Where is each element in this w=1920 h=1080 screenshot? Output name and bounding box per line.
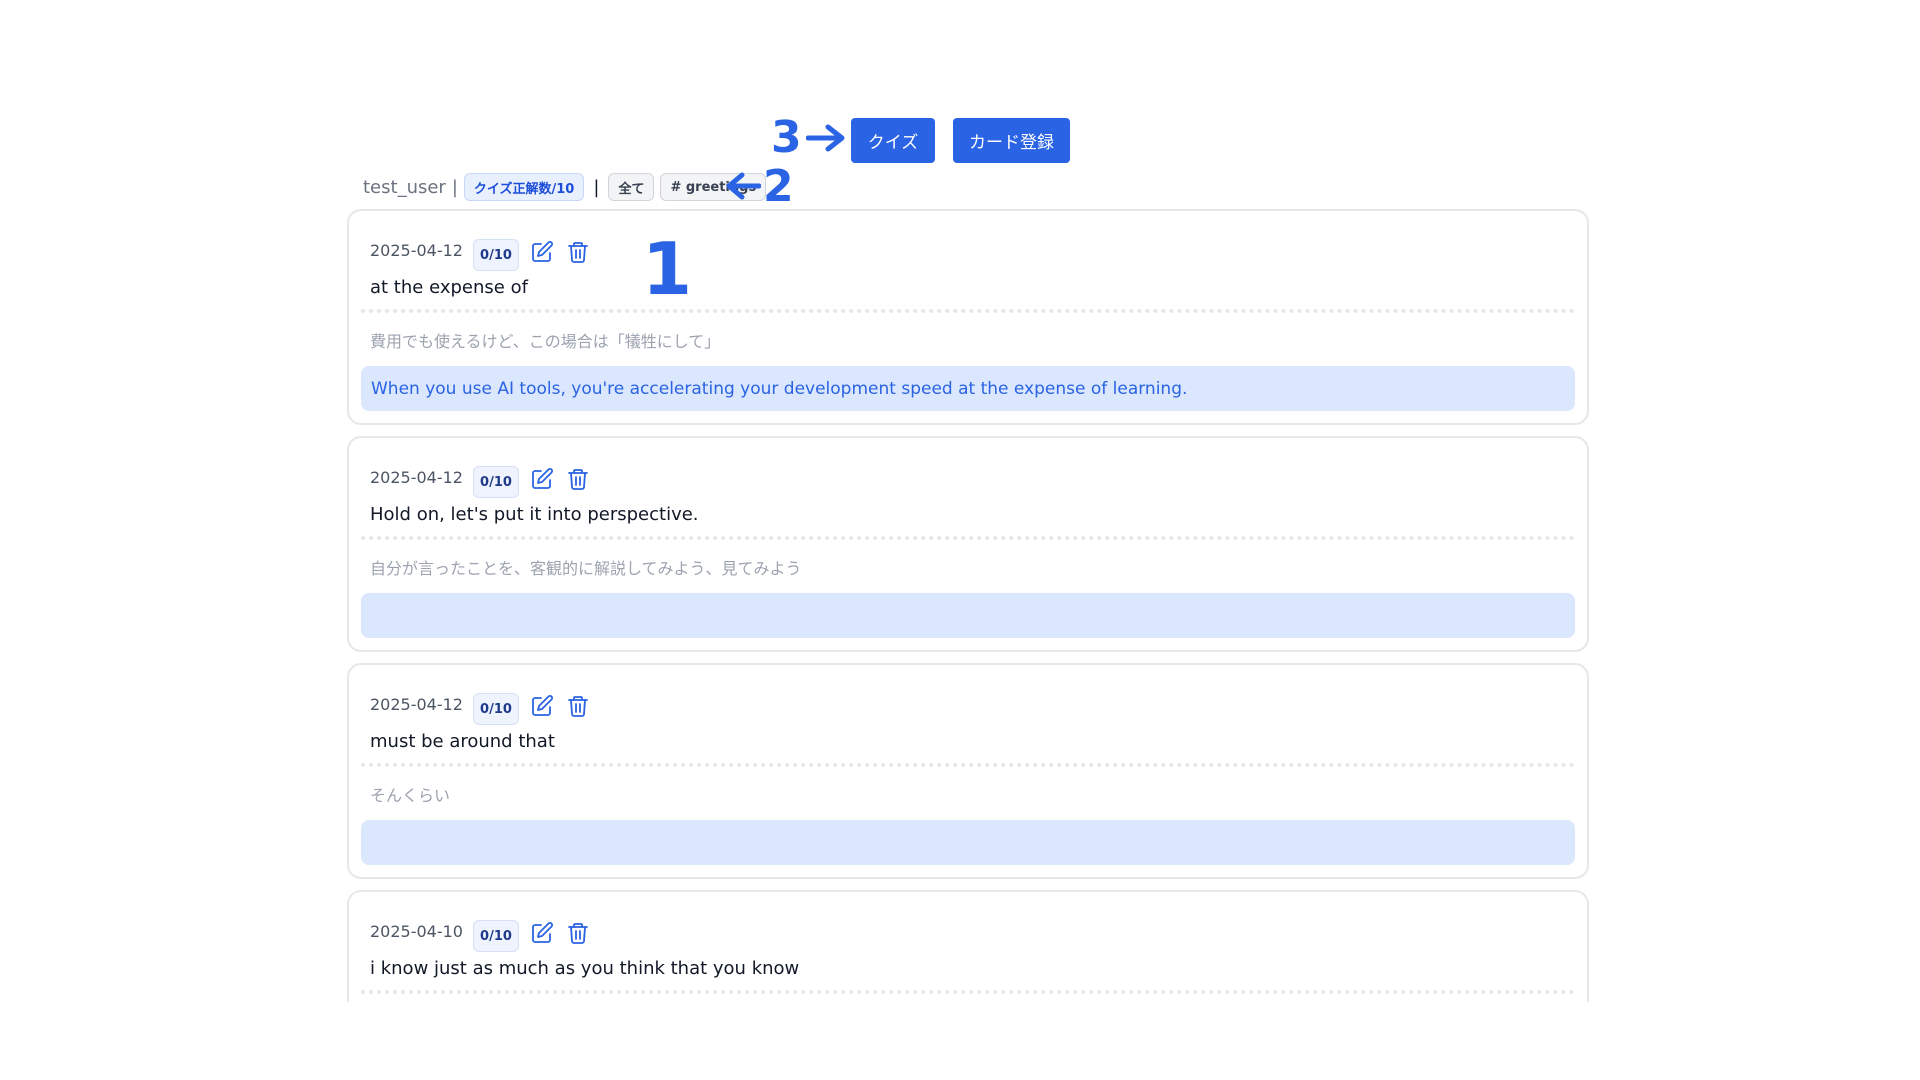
card-score-badge: 0/10	[472, 920, 519, 952]
card-divider	[361, 309, 1575, 313]
register-card-button[interactable]: カード登録	[953, 118, 1070, 163]
header-separator: |	[593, 176, 600, 198]
card-example	[361, 593, 1575, 638]
card-example	[361, 820, 1575, 865]
card-divider	[361, 536, 1575, 540]
app-root: 3 クイズ カード登録 test_user | クイズ正解数/10 | 全て #…	[0, 0, 1920, 1080]
card-meta: 2025-04-12 0/10	[370, 460, 591, 498]
edit-icon[interactable]	[529, 920, 555, 946]
card-meaning: 費用でも使えるけど、この場合は「犠牲にして」	[370, 332, 721, 351]
annotation-arrow-right-icon	[806, 124, 845, 152]
card-divider	[361, 763, 1575, 767]
card-score-badge: 0/10	[472, 693, 519, 725]
card-divider	[361, 990, 1575, 994]
annotation-1: 1	[642, 227, 693, 311]
card-date: 2025-04-12	[370, 694, 463, 714]
card-date: 2025-04-12	[370, 240, 463, 260]
flashcard: 2025-04-12 0/10 at the expense of 費用でも使え…	[347, 209, 1589, 425]
card-date: 2025-04-12	[370, 467, 463, 487]
card-meta: 2025-04-12 0/10	[370, 687, 591, 725]
card-phrase: i know just as much as you think that yo…	[370, 958, 800, 979]
edit-icon[interactable]	[529, 239, 555, 265]
card-meaning: そんくらい	[370, 786, 451, 805]
card-phrase: must be around that	[370, 731, 555, 752]
username: test_user	[363, 176, 446, 198]
edit-icon[interactable]	[529, 693, 555, 719]
annotation-arrow-left-icon	[726, 172, 761, 200]
header-separator: |	[451, 176, 458, 198]
trash-icon[interactable]	[565, 920, 591, 946]
trash-icon[interactable]	[565, 239, 591, 265]
quiz-score-tag[interactable]: クイズ正解数/10	[463, 173, 585, 201]
card-score-badge: 0/10	[472, 466, 519, 498]
card-score-badge: 0/10	[472, 239, 519, 271]
card-phrase: at the expense of	[370, 277, 528, 298]
trash-icon[interactable]	[565, 466, 591, 492]
edit-icon[interactable]	[529, 466, 555, 492]
annotation-2: 2	[763, 161, 794, 212]
card-date: 2025-04-10	[370, 921, 463, 941]
card-meta: 2025-04-10 0/10	[370, 914, 591, 952]
user-header: test_user | クイズ正解数/10 | 全て # greetings	[363, 173, 767, 201]
flashcard: 2025-04-12 0/10 must be around that そんくら…	[347, 663, 1589, 879]
card-example: When you use AI tools, you're accelerati…	[361, 366, 1575, 411]
annotation-3: 3	[771, 112, 802, 163]
card-meta: 2025-04-12 0/10	[370, 233, 591, 271]
trash-icon[interactable]	[565, 693, 591, 719]
card-meaning: 自分が言ったことを、客観的に解説してみよう、見てみよう	[370, 559, 802, 578]
flashcard: 2025-04-10 0/10 i know just as much as y…	[347, 890, 1589, 1002]
card-phrase: Hold on, let's put it into perspective.	[370, 504, 699, 525]
flashcard: 2025-04-12 0/10 Hold on, let's put it in…	[347, 436, 1589, 652]
filter-all-tag[interactable]: 全て	[608, 173, 655, 201]
quiz-button[interactable]: クイズ	[851, 118, 935, 163]
